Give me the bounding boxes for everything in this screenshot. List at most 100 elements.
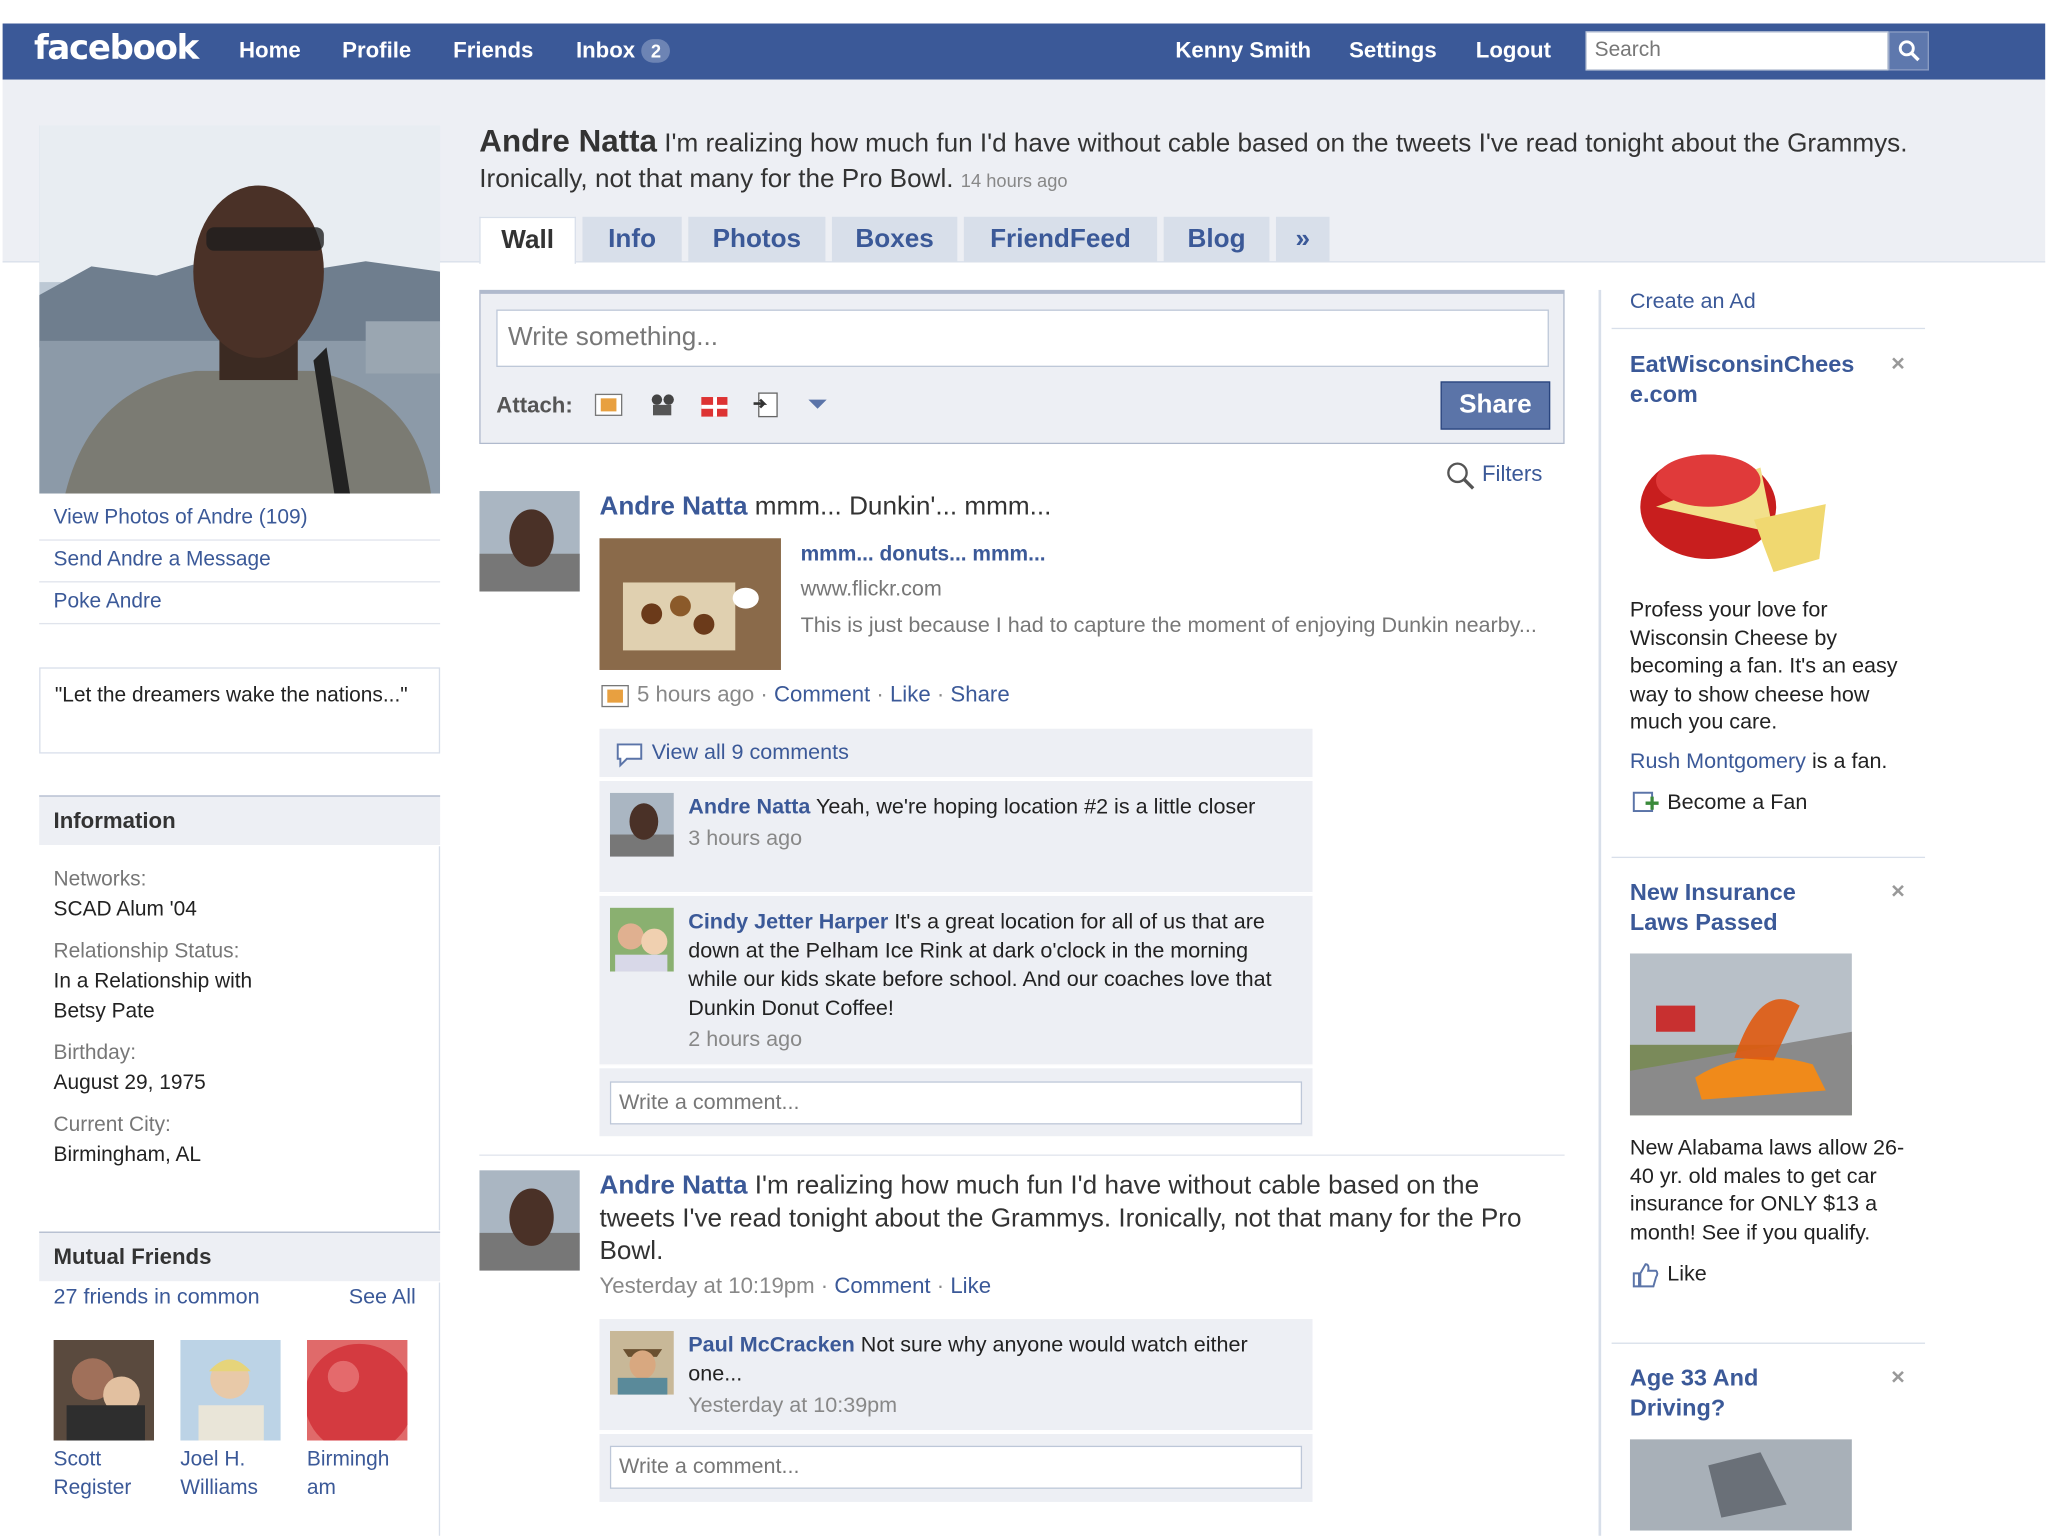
tab-photos[interactable]: Photos: [688, 216, 826, 263]
nav-friends[interactable]: Friends: [453, 38, 533, 64]
send-message-link[interactable]: Send Andre a Message: [39, 541, 441, 583]
comment-time: 2 hours ago: [688, 1027, 803, 1052]
post-avatar[interactable]: [479, 1170, 580, 1271]
tab-boxes[interactable]: Boxes: [831, 216, 958, 263]
photo-attach-icon[interactable]: [593, 390, 627, 419]
ad-image[interactable]: [1629, 1439, 1852, 1531]
nav-inbox[interactable]: Inbox 2: [576, 38, 671, 64]
information-heading: Information: [39, 795, 441, 845]
friend-name-line1[interactable]: Joel H.: [180, 1446, 282, 1475]
write-something-input[interactable]: Write something...: [496, 309, 1549, 367]
friend-name-line2[interactable]: am: [307, 1474, 409, 1503]
comment-bubble-icon: [616, 743, 643, 768]
like-ad-link[interactable]: Like: [1630, 1260, 1925, 1289]
write-comment-input[interactable]: Write a comment...: [609, 1081, 1303, 1125]
ad-title[interactable]: New Insurance Laws Passed: [1630, 878, 1852, 938]
inbox-count-badge: 2: [641, 39, 671, 63]
commenter-avatar[interactable]: [609, 907, 674, 972]
top-navigation-bar: facebook Home Profile Friends Inbox 2 Ken…: [2, 23, 2046, 80]
share-button[interactable]: Share: [1440, 381, 1551, 430]
wall-post: Andre Natta mmm... Dunkin'... mmm... mmm…: [479, 491, 1564, 1137]
city-value: Birmingham, AL: [53, 1144, 202, 1167]
create-ad-link[interactable]: Create an Ad: [1630, 290, 1756, 315]
partner-link[interactable]: Betsy Pate: [54, 996, 425, 1026]
tab-friendfeed[interactable]: FriendFeed: [963, 216, 1158, 263]
like-link[interactable]: Like: [950, 1273, 991, 1298]
post-avatar[interactable]: [479, 491, 580, 592]
friend-photo[interactable]: [306, 1339, 408, 1441]
tab-blog[interactable]: Blog: [1163, 216, 1270, 263]
post-author[interactable]: Andre Natta: [599, 1171, 747, 1200]
tab-wall[interactable]: Wall: [479, 216, 576, 264]
view-photos-link[interactable]: View Photos of Andre (109): [39, 499, 441, 541]
post-meta: Yesterday at 10:19pm · Comment · Like: [599, 1273, 992, 1299]
commenter-name[interactable]: Paul McCracken: [688, 1333, 854, 1357]
comment-link[interactable]: Comment: [774, 682, 870, 707]
networks-label: Networks:: [53, 868, 147, 891]
ad-title[interactable]: Age 33 And Driving?: [1630, 1363, 1826, 1423]
friend-name-line2[interactable]: Williams: [180, 1474, 282, 1503]
post-divider: [479, 1154, 1565, 1156]
friend-tile[interactable]: Joel H. Williams: [180, 1339, 282, 1503]
ad-cheese: EatWisconsinCheese.com × Profess your lo…: [1630, 350, 1925, 818]
filters-link[interactable]: Filters: [1444, 460, 1542, 491]
video-attach-icon[interactable]: [646, 390, 680, 419]
relationship-value: In a Relationship with: [53, 970, 253, 993]
friend-photo[interactable]: [53, 1339, 155, 1441]
ad-image[interactable]: [1629, 953, 1852, 1116]
comment-link[interactable]: Comment: [834, 1273, 930, 1298]
link-domain: www.flickr.com: [800, 577, 942, 601]
commenter-name[interactable]: Andre Natta: [688, 795, 810, 819]
view-all-comments[interactable]: View all 9 comments: [599, 728, 1313, 779]
close-icon[interactable]: ×: [1891, 350, 1905, 377]
ad-image[interactable]: [1630, 428, 1839, 582]
friends-in-common-link[interactable]: 27 friends in common: [54, 1285, 260, 1310]
nav-logout[interactable]: Logout: [1476, 38, 1551, 64]
ad-title[interactable]: EatWisconsinCheese.com: [1630, 350, 1865, 410]
link-description: This is just because I had to capture th…: [800, 613, 1537, 638]
tab-more[interactable]: »: [1275, 216, 1330, 263]
mutual-friends-heading: Mutual Friends: [39, 1231, 441, 1282]
mutual-friends-box: 27 friends in common See All Scott Regis…: [39, 1282, 441, 1536]
friend-name-line1[interactable]: Birmingh: [307, 1446, 409, 1475]
friend-tile[interactable]: Birmingh am: [306, 1339, 409, 1503]
tab-info[interactable]: Info: [582, 216, 682, 263]
link-title[interactable]: mmm... donuts... mmm...: [801, 543, 1046, 567]
thumbs-up-icon: [1632, 1263, 1659, 1288]
link-attach-icon[interactable]: [751, 390, 785, 419]
nav-settings[interactable]: Settings: [1349, 38, 1437, 64]
friend-name-line2[interactable]: Register: [54, 1474, 156, 1503]
link-thumbnail[interactable]: [599, 538, 781, 670]
poke-link[interactable]: Poke Andre: [39, 582, 441, 625]
gift-attach-icon[interactable]: [699, 390, 733, 419]
profile-photo[interactable]: [39, 125, 441, 494]
close-icon[interactable]: ×: [1891, 1363, 1905, 1390]
friend-name-line1[interactable]: Scott: [54, 1446, 156, 1475]
commenter-avatar[interactable]: [609, 792, 674, 857]
commenter-avatar[interactable]: [609, 1330, 674, 1395]
facebook-logo[interactable]: facebook: [34, 29, 199, 68]
attach-label: Attach:: [496, 393, 573, 418]
nav-profile[interactable]: Profile: [342, 38, 411, 64]
post-author[interactable]: Andre Natta: [599, 492, 747, 521]
ad-body: New Alabama laws allow 26-40 yr. old mal…: [1629, 1136, 1905, 1244]
like-link[interactable]: Like: [890, 682, 931, 707]
fan-name-link[interactable]: Rush Montgomery: [1630, 749, 1806, 773]
nav-home[interactable]: Home: [239, 38, 301, 64]
friend-photo[interactable]: [180, 1339, 281, 1441]
share-link[interactable]: Share: [950, 682, 1009, 707]
status-time: 14 hours ago: [960, 169, 1068, 191]
friend-tile[interactable]: Scott Register: [53, 1339, 156, 1503]
nav-user-name[interactable]: Kenny Smith: [1175, 38, 1311, 64]
see-all-link[interactable]: See All: [349, 1285, 416, 1310]
search-button[interactable]: [1888, 31, 1929, 71]
close-icon[interactable]: ×: [1891, 878, 1905, 905]
view-all-comments-link[interactable]: View all 9 comments: [652, 741, 849, 766]
search-input[interactable]: Search: [1585, 31, 1889, 71]
commenter-name[interactable]: Cindy Jetter Harper: [688, 910, 888, 934]
write-comment-input[interactable]: Write a comment...: [609, 1445, 1303, 1489]
status-text: I'm realizing how much fun I'd have with…: [479, 129, 1908, 194]
profile-name: Andre Natta: [479, 124, 657, 160]
chevron-down-icon[interactable]: [807, 398, 828, 411]
become-fan-link[interactable]: Become a Fan: [1630, 789, 1925, 818]
